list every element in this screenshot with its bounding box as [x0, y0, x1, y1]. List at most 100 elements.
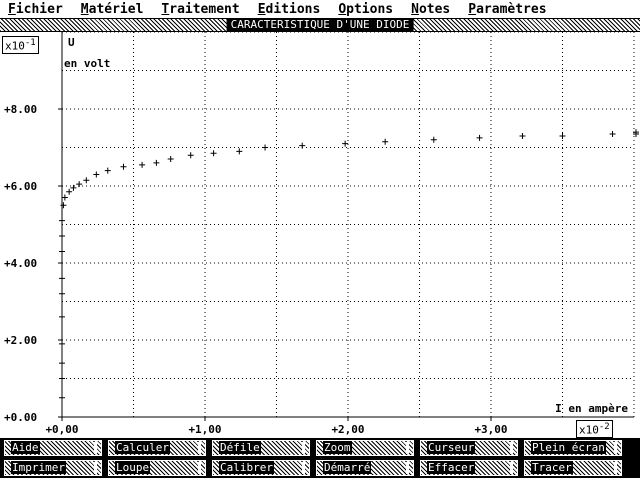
button-calibrer[interactable]: Calibrer: [212, 460, 310, 476]
button-edge: [94, 462, 97, 474]
data-point: [104, 167, 111, 174]
data-point: [559, 132, 566, 139]
x-tick-label: +2,00: [331, 423, 364, 436]
button-défile[interactable]: Défile: [212, 440, 310, 456]
data-point: [59, 248, 65, 255]
y-scale-label: x10: [5, 39, 25, 53]
button-edge: [198, 462, 201, 474]
data-point: [83, 177, 90, 184]
button-curseur[interactable]: Curseur: [420, 440, 518, 456]
menu-options[interactable]: Options: [338, 2, 393, 17]
button-label: Imprimer: [11, 461, 66, 474]
button-edge: [198, 442, 201, 454]
button-label: Effacer: [427, 461, 476, 474]
button-label: Tracer: [531, 461, 573, 474]
button-label: Calibrer: [219, 461, 274, 474]
button-edge: [614, 462, 617, 474]
y-tick-label: +2.00: [4, 334, 37, 347]
data-point: [66, 188, 73, 195]
x-axis-label: I en ampère: [555, 402, 628, 415]
diode-chart: +0.00 +2.00 +4.00 +6.00 +8.00 +0,00 +1,00 +2,00…: [4, 31, 639, 436]
window-titlebar: CARACTERISTIQUE D'UNE DIODE: [0, 18, 640, 32]
button-label: Curseur: [427, 441, 476, 454]
data-point: [153, 159, 160, 166]
data-point: [430, 136, 437, 143]
y-tick-label: +4.00: [4, 257, 37, 270]
data-point: [519, 132, 526, 139]
data-point: [59, 394, 65, 401]
menu-paramètres[interactable]: Paramètres: [468, 2, 546, 17]
button-plein-écran[interactable]: Plein écran: [524, 440, 622, 456]
button-loupe[interactable]: Loupe: [108, 460, 206, 476]
y-tick-label: +0.00: [4, 411, 37, 424]
data-point: [93, 171, 100, 178]
plot-area: +0.00 +2.00 +4.00 +6.00 +8.00 +0,00 +1,00 +2,00…: [0, 31, 640, 438]
data-point: [70, 184, 77, 191]
button-effacer[interactable]: Effacer: [420, 460, 518, 476]
data-point: [210, 150, 217, 157]
button-label: Aide: [11, 441, 40, 454]
button-label: Plein écran: [531, 441, 606, 454]
x-scale-factor: x10-2: [576, 420, 613, 438]
x-scale-label: x10: [579, 423, 599, 437]
y-scale-exp: -1: [24, 38, 36, 48]
data-point: [61, 194, 68, 201]
button-label: Zoom: [323, 441, 352, 454]
data-point: [609, 131, 616, 138]
button-edge: [614, 442, 617, 454]
data-point: [60, 202, 67, 209]
data-point: [59, 217, 65, 224]
button-edge: [94, 442, 97, 454]
data-point: [187, 152, 194, 159]
data-point: [342, 140, 349, 147]
menu-notes[interactable]: Notes: [411, 2, 450, 17]
button-edge: [510, 442, 513, 454]
data-point: [120, 163, 127, 170]
data-point: [167, 156, 174, 163]
y-scale-factor: x10-1: [2, 36, 39, 54]
button-edge: [510, 462, 513, 474]
button-label: Démarré: [323, 461, 372, 474]
data-point: [59, 375, 65, 382]
data-point: [59, 313, 65, 320]
menu-matériel[interactable]: Matériel: [81, 2, 144, 17]
data-point: [476, 134, 483, 141]
button-aide[interactable]: Aide: [4, 440, 102, 456]
button-edge: [302, 462, 305, 474]
window-title: CARACTERISTIQUE D'UNE DIODE: [226, 19, 414, 31]
x-tick-label: +3,00: [474, 423, 507, 436]
data-point: [236, 148, 243, 155]
y-tick-label: +8.00: [4, 103, 37, 116]
y-axis-label-line1: U: [68, 36, 75, 49]
button-label: Loupe: [115, 461, 151, 474]
data-point: [59, 233, 65, 240]
button-label: Défile: [219, 441, 261, 454]
button-edge: [406, 462, 409, 474]
data-point: [139, 161, 146, 168]
x-scale-exp: -2: [598, 422, 610, 432]
button-zoom[interactable]: Zoom: [316, 440, 414, 456]
button-démarré[interactable]: Démarré: [316, 460, 414, 476]
data-point: [59, 275, 65, 282]
data-point: [76, 181, 83, 188]
menu-editions[interactable]: Editions: [258, 2, 321, 17]
menu-traitement[interactable]: Traitement: [161, 2, 239, 17]
button-label: Calculer: [115, 441, 170, 454]
button-row-1: Aide Calculer Défile Zoom Curseur Plein écran: [0, 438, 640, 458]
menu-fichier[interactable]: Fichier: [8, 2, 63, 17]
menu-bar: Fichier Matériel Traitement Editions Options…: [0, 0, 640, 18]
data-point: [382, 138, 389, 145]
data-point: [59, 340, 65, 347]
data-point: [262, 144, 269, 151]
button-row-2: Imprimer Loupe Calibrer Démarré Effacer Trace…: [0, 458, 640, 478]
data-point: [59, 360, 65, 367]
button-tracer[interactable]: Tracer: [524, 460, 622, 476]
data-point: [59, 290, 65, 297]
button-edge: [302, 442, 305, 454]
y-axis-label-line2: en volt: [64, 57, 110, 70]
button-edge: [406, 442, 409, 454]
x-tick-label: +1,00: [188, 423, 221, 436]
button-imprimer[interactable]: Imprimer: [4, 460, 102, 476]
button-calculer[interactable]: Calculer: [108, 440, 206, 456]
y-tick-label: +6.00: [4, 180, 37, 193]
